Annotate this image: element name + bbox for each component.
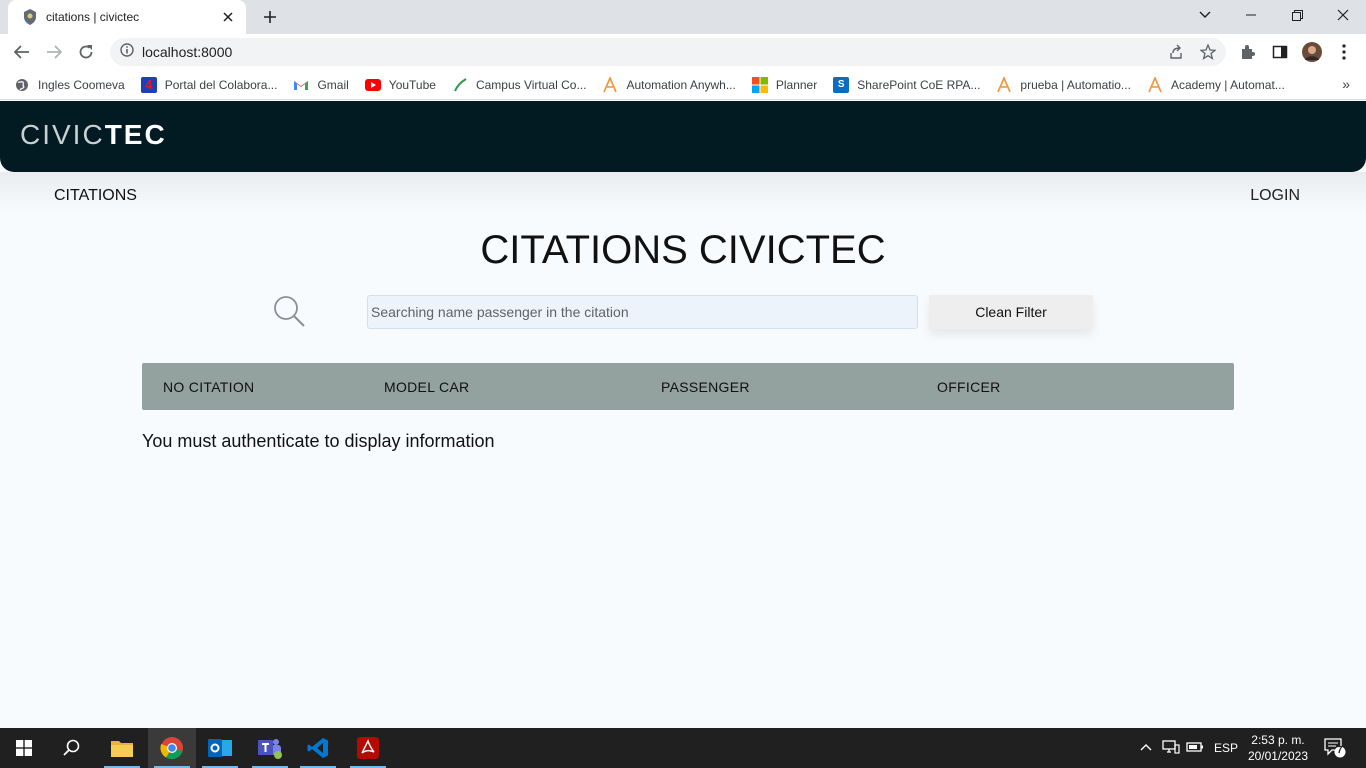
more-bookmarks-button[interactable]: » [1342, 76, 1350, 92]
site-nav: CITATIONS LOGIN [0, 172, 1366, 222]
bookmark-label: Campus Virtual Co... [475, 77, 587, 92]
teams-icon[interactable] [246, 728, 294, 768]
bookmark-label: prueba | Automatio... [1020, 77, 1131, 92]
bookmark-label: Planner [775, 77, 818, 92]
side-panel-icon[interactable] [1270, 42, 1290, 62]
bookmark-label: SharePoint CoE RPA... [857, 77, 981, 92]
globe-icon [14, 77, 30, 93]
bookmark-star-icon[interactable] [1198, 42, 1218, 62]
search-icon[interactable] [48, 728, 96, 768]
windows-start-icon[interactable] [0, 728, 48, 768]
bookmark-campus-virtual[interactable]: Campus Virtual Co... [452, 77, 587, 93]
bookmark-label: Academy | Automat... [1170, 77, 1285, 92]
bookmark-ingles-coomeva[interactable]: Ingles Coomeva [14, 77, 125, 93]
column-header-officer: OFFICER [937, 379, 1001, 395]
outlook-icon[interactable] [196, 728, 244, 768]
bookmark-label: Gmail [317, 77, 349, 92]
new-tab-button[interactable] [258, 6, 282, 28]
back-icon[interactable] [8, 38, 36, 66]
bookmarks-bar: Ingles Coomeva 4 Portal del Colabora... … [0, 70, 1366, 100]
auth-required-message: You must authenticate to display informa… [142, 431, 495, 451]
clock-date: 20/01/2023 [1247, 749, 1308, 763]
browser-tab[interactable]: citations | civictec [8, 0, 246, 34]
profile-avatar[interactable] [1302, 42, 1322, 62]
bookmark-academy-automation[interactable]: Academy | Automat... [1147, 76, 1285, 93]
browser-tab-strip: citations | civictec [0, 0, 1366, 34]
bookmark-label: YouTube [388, 77, 436, 92]
bookmark-sharepoint[interactable]: S SharePoint CoE RPA... [833, 76, 981, 93]
automation-anywhere-icon [602, 76, 618, 93]
campus-icon [452, 77, 468, 93]
nav-shadow [0, 172, 1366, 212]
bookmark-prueba-automation[interactable]: prueba | Automatio... [996, 76, 1131, 93]
site-info-icon[interactable] [120, 42, 134, 62]
share-icon[interactable] [1166, 42, 1186, 62]
column-header-model-car: MODEL CAR [384, 379, 470, 395]
citations-table-header: NO CITATION MODEL CAR PASSENGER OFFICER [142, 363, 1234, 410]
close-window-icon[interactable] [1320, 0, 1366, 30]
show-hidden-icons-chevron-icon[interactable] [1140, 740, 1152, 754]
search-input[interactable] [367, 295, 918, 329]
notification-count-badge: 7 [1337, 745, 1343, 756]
input-language-indicator[interactable]: ESP [1214, 741, 1238, 755]
browser-toolbar: localhost:8000 [0, 34, 1366, 70]
civictec-logo[interactable]: CIVICTEC [20, 119, 167, 151]
planner-icon [751, 76, 768, 93]
logo-text-civic: CIVIC [20, 119, 105, 150]
taskbar-clock[interactable]: 2:53 p. m. 20/01/2023 [1248, 732, 1308, 764]
battery-icon[interactable] [1186, 740, 1204, 757]
close-tab-icon[interactable] [220, 9, 236, 25]
restore-icon[interactable] [1274, 0, 1320, 30]
bookmark-portal-colaborador[interactable]: 4 Portal del Colabora... [140, 76, 278, 93]
bookmark-planner[interactable]: Planner [751, 76, 818, 93]
logo-text-tec: TEC [104, 119, 167, 150]
nav-login-link[interactable]: LOGIN [1250, 187, 1300, 205]
chrome-icon[interactable] [148, 728, 196, 768]
url-text: localhost:8000 [142, 44, 233, 60]
address-bar[interactable]: localhost:8000 [110, 38, 1226, 66]
network-icon[interactable] [1162, 740, 1180, 757]
chrome-menu-icon[interactable] [1334, 42, 1354, 62]
site-header: CIVICTEC [0, 101, 1366, 172]
column-header-no-citation: NO CITATION [163, 379, 255, 395]
clean-filter-button[interactable]: Clean Filter [929, 295, 1093, 329]
portal-4-icon: 4 [140, 76, 157, 93]
page-title: CITATIONS CIVICTEC [480, 228, 886, 272]
tab-title: citations | civictec [46, 10, 140, 24]
extensions-icon[interactable] [1238, 42, 1258, 62]
bookmark-automation-anywhere[interactable]: Automation Anywh... [602, 76, 736, 93]
bookmark-label: Automation Anywh... [626, 77, 736, 92]
bookmark-gmail[interactable]: Gmail [293, 77, 349, 93]
acrobat-icon[interactable] [344, 728, 392, 768]
windows-taskbar: ESP 2:53 p. m. 20/01/2023 7 [0, 728, 1366, 768]
nav-citations-link[interactable]: CITATIONS [54, 187, 137, 205]
bookmark-label: Ingles Coomeva [38, 77, 125, 92]
vscode-icon[interactable] [294, 728, 342, 768]
reload-icon[interactable] [72, 38, 100, 66]
bookmark-label: Portal del Colabora... [164, 77, 278, 92]
search-icon [272, 294, 306, 328]
police-badge-icon [22, 9, 38, 25]
notification-center-icon[interactable]: 7 [1324, 738, 1346, 758]
bookmark-youtube[interactable]: YouTube [364, 77, 436, 93]
clock-time: 2:53 p. m. [1251, 733, 1305, 747]
automation-anywhere-icon [1147, 76, 1163, 93]
gmail-icon [293, 77, 309, 93]
column-header-passenger: PASSENGER [661, 379, 750, 395]
tab-search-chevron-icon[interactable] [1182, 0, 1228, 30]
forward-icon[interactable] [40, 38, 68, 66]
automation-anywhere-icon [996, 76, 1012, 93]
file-explorer-icon[interactable] [98, 728, 146, 768]
youtube-icon [364, 77, 381, 93]
minimize-icon[interactable] [1228, 0, 1274, 30]
sharepoint-icon: S [833, 76, 850, 93]
